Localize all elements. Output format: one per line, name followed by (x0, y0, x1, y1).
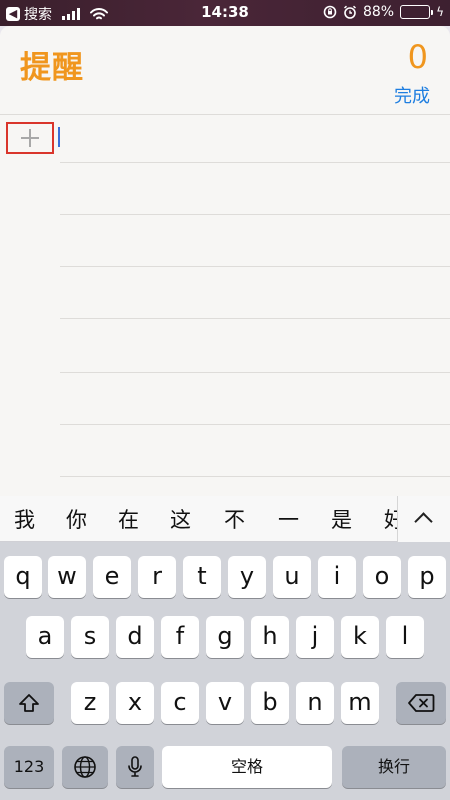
text-cursor (58, 127, 60, 147)
alarm-icon (343, 5, 356, 19)
key-v[interactable]: v (206, 682, 244, 724)
candidate-word[interactable]: 好 (384, 504, 397, 534)
globe-icon (74, 756, 96, 778)
divider-line (60, 214, 450, 215)
list-title: 提醒 (20, 50, 84, 86)
key-d[interactable]: d (116, 616, 154, 658)
shift-icon (19, 694, 39, 712)
status-right: 88% ϟ (323, 4, 444, 20)
keyboard: q w e r t y u i o p a s d f g h j k l z … (0, 542, 450, 800)
key-f[interactable]: f (161, 616, 199, 658)
key-u[interactable]: u (273, 556, 311, 598)
key-c[interactable]: c (161, 682, 199, 724)
key-g[interactable]: g (206, 616, 244, 658)
candidate-word[interactable]: 我 (14, 504, 35, 534)
plus-icon (21, 129, 39, 147)
key-h[interactable]: h (251, 616, 289, 658)
delete-key[interactable] (396, 682, 446, 724)
bolt-icon: ϟ (436, 5, 444, 19)
ime-candidate-bar: 我 你 在 这 不 一 是 好 (0, 496, 450, 542)
divider-line (60, 424, 450, 425)
battery-percent: 88% (362, 4, 395, 20)
key-z[interactable]: z (71, 682, 109, 724)
expand-candidates-button[interactable] (397, 496, 450, 542)
mic-icon (128, 756, 142, 777)
key-m[interactable]: m (341, 682, 379, 724)
divider-line (60, 372, 450, 373)
key-p[interactable]: p (408, 556, 446, 598)
key-a[interactable]: a (26, 616, 64, 658)
rotation-lock-icon (323, 5, 337, 19)
candidate-word[interactable]: 不 (224, 504, 245, 534)
battery-icon (400, 5, 434, 19)
candidate-list: 我 你 在 这 不 一 是 好 (0, 496, 397, 542)
chevron-up-icon (414, 512, 433, 531)
key-r[interactable]: r (138, 556, 176, 598)
key-s[interactable]: s (71, 616, 109, 658)
key-l[interactable]: l (386, 616, 424, 658)
globe-key[interactable] (62, 746, 108, 788)
candidate-word[interactable]: 一 (278, 504, 299, 534)
key-i[interactable]: i (318, 556, 356, 598)
key-q[interactable]: q (4, 556, 42, 598)
key-j[interactable]: j (296, 616, 334, 658)
divider-line (60, 162, 450, 163)
space-key[interactable]: 空格 (162, 746, 332, 788)
key-e[interactable]: e (93, 556, 131, 598)
key-b[interactable]: b (251, 682, 289, 724)
delete-icon (408, 694, 435, 712)
candidate-word[interactable]: 你 (66, 504, 87, 534)
candidate-word[interactable]: 是 (331, 504, 352, 534)
key-n[interactable]: n (296, 682, 334, 724)
reminders-list-card: 提醒 0 完成 (0, 26, 450, 496)
key-o[interactable]: o (363, 556, 401, 598)
numbers-key[interactable]: 123 (4, 746, 54, 788)
divider-line (60, 266, 450, 267)
done-button[interactable]: 完成 (394, 82, 430, 108)
key-x[interactable]: x (116, 682, 154, 724)
key-w[interactable]: w (48, 556, 86, 598)
key-t[interactable]: t (183, 556, 221, 598)
reminder-count: 0 (407, 38, 428, 76)
divider-line (60, 318, 450, 319)
key-y[interactable]: y (228, 556, 266, 598)
shift-key[interactable] (4, 682, 54, 724)
key-k[interactable]: k (341, 616, 379, 658)
divider-line (0, 114, 450, 115)
status-bar: ◀ 搜索 14:38 88% ϟ (0, 0, 450, 26)
candidate-word[interactable]: 在 (118, 504, 139, 534)
add-reminder-button[interactable] (6, 122, 54, 154)
return-key[interactable]: 换行 (342, 746, 446, 788)
candidate-word[interactable]: 这 (170, 504, 191, 534)
mic-key[interactable] (116, 746, 154, 788)
divider-line (60, 476, 450, 477)
